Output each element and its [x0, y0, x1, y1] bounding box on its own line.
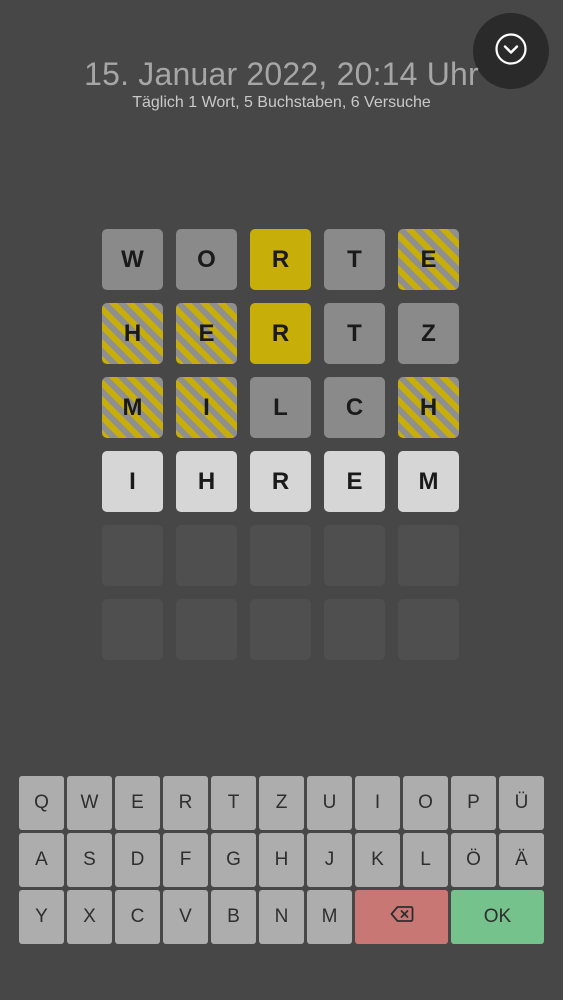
empty-tile [324, 525, 385, 586]
key-k[interactable]: K [355, 833, 400, 887]
key-v[interactable]: V [163, 890, 208, 944]
empty-tile [250, 525, 311, 586]
keyboard-row: Y X C V B N M OK [19, 890, 544, 944]
board-row: HERTZ [102, 303, 459, 364]
board-row: WORTE [102, 229, 459, 290]
letter-tile-current: M [398, 451, 459, 512]
board-row [102, 525, 459, 586]
key-q[interactable]: Q [19, 776, 64, 830]
letter-tile-present: H [102, 303, 163, 364]
key-w[interactable]: W [67, 776, 112, 830]
rules-subtitle: Täglich 1 Wort, 5 Buchstaben, 6 Versuche [132, 94, 431, 111]
empty-tile [176, 525, 237, 586]
key-f[interactable]: F [163, 833, 208, 887]
key-z[interactable]: Z [259, 776, 304, 830]
empty-tile [102, 599, 163, 660]
empty-tile [398, 599, 459, 660]
key-e[interactable]: E [115, 776, 160, 830]
letter-tile-present: E [398, 229, 459, 290]
backspace-key[interactable] [355, 890, 448, 944]
letter-tile-correct: R [250, 229, 311, 290]
key-y[interactable]: Y [19, 890, 64, 944]
letter-tile-absent: L [250, 377, 311, 438]
key-i[interactable]: I [355, 776, 400, 830]
letter-tile-absent: C [324, 377, 385, 438]
ok-key[interactable]: OK [451, 890, 544, 944]
key-r[interactable]: R [163, 776, 208, 830]
key-s[interactable]: S [67, 833, 112, 887]
letter-tile-current: I [102, 451, 163, 512]
key-c[interactable]: C [115, 890, 160, 944]
letter-tile-present: M [102, 377, 163, 438]
empty-tile [398, 525, 459, 586]
letter-tile-present: E [176, 303, 237, 364]
letter-tile-current: R [250, 451, 311, 512]
key-d[interactable]: D [115, 833, 160, 887]
empty-tile [250, 599, 311, 660]
letter-tile-present: H [398, 377, 459, 438]
letter-tile-absent: Z [398, 303, 459, 364]
letter-tile-absent: T [324, 303, 385, 364]
key-g[interactable]: G [211, 833, 256, 887]
letter-tile-correct: R [250, 303, 311, 364]
keyboard-row: QWERTZUIOPÜ [19, 776, 544, 830]
key-j[interactable]: J [307, 833, 352, 887]
key-a[interactable]: A [19, 833, 64, 887]
board-row [102, 599, 459, 660]
key-p[interactable]: P [451, 776, 496, 830]
key-o[interactable]: O [403, 776, 448, 830]
letter-tile-present: I [176, 377, 237, 438]
key-ö[interactable]: Ö [451, 833, 496, 887]
backspace-icon [390, 905, 414, 929]
key-h[interactable]: H [259, 833, 304, 887]
date-title: 15. Januar 2022, 20:14 Uhr [84, 56, 479, 92]
key-ü[interactable]: Ü [499, 776, 544, 830]
key-l[interactable]: L [403, 833, 448, 887]
letter-tile-absent: T [324, 229, 385, 290]
letter-tile-current: H [176, 451, 237, 512]
on-screen-keyboard: Q W E R T Z U I O P Ü A S D F G H J K L Ö Ä Y X C V B N M OK [19, 776, 544, 947]
empty-tile [324, 599, 385, 660]
key-m[interactable]: M [307, 890, 352, 944]
header: 15. Januar 2022, 20:14 Uhr Täglich 1 Wor… [0, 55, 563, 112]
board-row: MILCH [102, 377, 459, 438]
key-t[interactable]: T [211, 776, 256, 830]
letter-tile-current: E [324, 451, 385, 512]
letter-tile-absent: W [102, 229, 163, 290]
keyboard-row: ASDFGHJKLÖÄ [19, 833, 544, 887]
key-b[interactable]: B [211, 890, 256, 944]
board-row: IHREM [102, 451, 459, 512]
key-u[interactable]: U [307, 776, 352, 830]
empty-tile [176, 599, 237, 660]
key-ä[interactable]: Ä [499, 833, 544, 887]
key-n[interactable]: N [259, 890, 304, 944]
letter-tile-absent: O [176, 229, 237, 290]
key-x[interactable]: X [67, 890, 112, 944]
empty-tile [102, 525, 163, 586]
game-board: WORTEHERTZMILCHIHREM [102, 229, 459, 673]
